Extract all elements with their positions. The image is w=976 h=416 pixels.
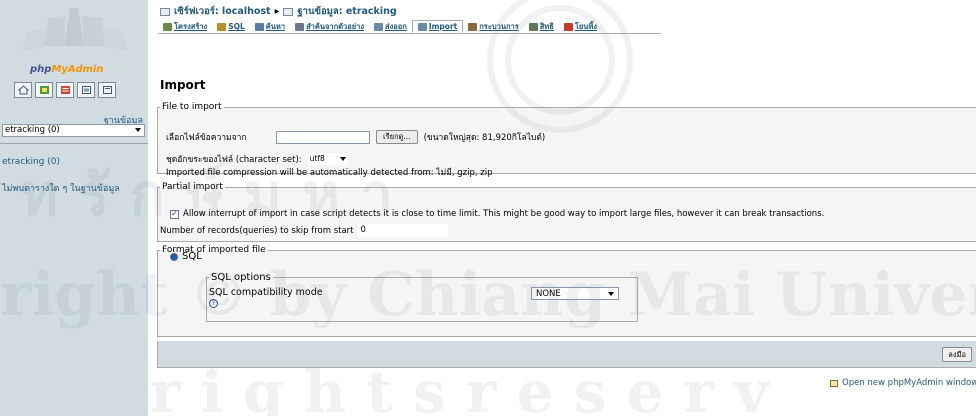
- database-icon: [283, 7, 294, 16]
- tab-sql[interactable]: SQL: [212, 20, 250, 33]
- tab-bar: โครงสร้าง SQL ค้นหา สำค้นจากตัวอย่าง ส่งออก I…: [158, 20, 661, 34]
- chevron-down-icon: [135, 128, 141, 132]
- chevron-down-icon: [339, 157, 346, 161]
- database-link[interactable]: etracking (0): [2, 157, 60, 167]
- main-content: เซิร์ฟเวอร์: localhost ▸ ฐานข้อมูล: etra…: [148, 0, 976, 416]
- tab-label: SQL: [228, 22, 245, 31]
- open-new-window-link[interactable]: Open new phpMyAdmin window: [830, 378, 976, 388]
- tab-search[interactable]: ค้นหา: [250, 20, 290, 33]
- breadcrumb: เซิร์ฟเวอร์: localhost ▸ ฐานข้อมูล: etra…: [160, 4, 397, 19]
- tab-structure[interactable]: โครงสร้าง: [158, 20, 212, 33]
- allow-interrupt-label: Allow interrupt of import in case script…: [183, 209, 825, 219]
- charset-select-value: utf8: [309, 154, 325, 163]
- search-icon: [254, 22, 264, 31]
- tab-privileges[interactable]: สิทธิ: [524, 20, 559, 33]
- file-to-import-fieldset: File to import เลือกไฟล์ข้อความจาก เรียก…: [157, 102, 976, 178]
- compat-mode-select[interactable]: NONE: [531, 287, 619, 300]
- tab-drop[interactable]: โยนทิ้ง: [559, 20, 602, 33]
- sql-format-label: SQL: [182, 251, 202, 262]
- breadcrumb-database[interactable]: ฐานข้อมูล: etracking: [297, 4, 396, 19]
- file-path-input[interactable]: [276, 130, 370, 144]
- sql-format-radio[interactable]: [170, 252, 178, 261]
- new-window-icon: [830, 379, 838, 387]
- sidebar: phpMyAdmin ฐานข้อมูล etracking (0) etrac…: [0, 0, 148, 416]
- home-icon[interactable]: [14, 82, 32, 98]
- tab-label: ส่งออก: [385, 21, 407, 31]
- open-new-window-label: Open new phpMyAdmin window: [842, 378, 976, 388]
- tab-label: สำค้นจากตัวอย่าง: [306, 21, 365, 31]
- max-size-note: (ขนาดใหญ่สุด: 81,920กิโลไบต์): [423, 133, 546, 143]
- phpmyadmin-logo[interactable]: phpMyAdmin: [8, 6, 138, 78]
- tab-label: โยนทิ้ง: [574, 21, 597, 31]
- tab-label: Import: [428, 22, 458, 31]
- format-fieldset: Format of imported file SQL SQL options …: [157, 245, 976, 337]
- chevron-down-icon: [608, 292, 614, 296]
- sql-icon: [217, 22, 227, 31]
- tab-label: โครงสร้าง: [174, 21, 208, 31]
- query-icon: [295, 22, 305, 31]
- allow-interrupt-checkbox[interactable]: ✓: [170, 209, 179, 219]
- file-to-import-legend: File to import: [162, 102, 222, 112]
- sidebar-divider: [0, 143, 148, 144]
- breadcrumb-server[interactable]: เซิร์ฟเวอร์: localhost: [174, 4, 271, 19]
- breadcrumb-separator: ▸: [274, 6, 280, 17]
- import-icon: [417, 22, 427, 31]
- tab-operations[interactable]: กระบวนการ: [463, 20, 523, 33]
- tab-label: ค้นหา: [265, 21, 286, 31]
- no-tables-message: ไม่พบตารางใด ๆ ในฐานข้อมูล: [2, 184, 120, 194]
- partial-import-legend: Partial import: [162, 182, 223, 192]
- tab-export[interactable]: ส่งออก: [369, 20, 412, 33]
- server-icon: [160, 7, 170, 16]
- compat-mode-value: NONE: [536, 289, 561, 299]
- charset-select[interactable]: utf8: [307, 153, 348, 165]
- logo-text: phpMyAdmin: [30, 64, 104, 75]
- go-button[interactable]: ลงมือ: [942, 347, 972, 362]
- database-select[interactable]: etracking (0): [2, 124, 145, 137]
- sql-options-fieldset: SQL options SQL compatibility mode ? NON…: [206, 272, 638, 322]
- database-select-value: etracking (0): [5, 125, 60, 135]
- page-title: Import: [160, 78, 206, 92]
- export-icon: [374, 22, 384, 31]
- skip-records-label: Number of records(queries) to skip from …: [160, 225, 354, 236]
- tab-import[interactable]: Import: [411, 20, 464, 33]
- skip-records-input[interactable]: 0: [357, 224, 448, 237]
- structure-icon: [163, 22, 172, 31]
- compat-mode-label: SQL compatibility mode: [209, 287, 323, 298]
- browse-label: เลือกไฟล์ข้อความจาก: [166, 133, 247, 143]
- privileges-icon: [528, 22, 538, 31]
- docs-icon[interactable]: [77, 82, 95, 98]
- submit-bar: ลงมือ: [157, 341, 976, 368]
- charset-label: ชุดอักขระของไฟล์ (character set):: [166, 155, 302, 165]
- reload-icon[interactable]: [98, 82, 116, 98]
- operations-icon: [468, 22, 478, 31]
- browse-button[interactable]: เรียกดู...: [376, 130, 418, 144]
- partial-import-fieldset: Partial import ✓ Allow interrupt of impo…: [157, 182, 976, 242]
- drop-icon: [563, 22, 573, 31]
- help-icon[interactable]: ?: [209, 299, 218, 308]
- tab-label: กระบวนการ: [479, 21, 519, 31]
- sql-docs-icon[interactable]: [56, 82, 74, 98]
- compression-note: Imported file compression will be automa…: [166, 168, 493, 178]
- sql-query-icon[interactable]: [35, 82, 53, 98]
- tab-label: สิทธิ: [539, 21, 554, 31]
- sql-options-legend: SQL options: [211, 272, 271, 283]
- sidebar-icon-row: [14, 82, 116, 98]
- tab-query[interactable]: สำค้นจากตัวอย่าง: [290, 20, 369, 33]
